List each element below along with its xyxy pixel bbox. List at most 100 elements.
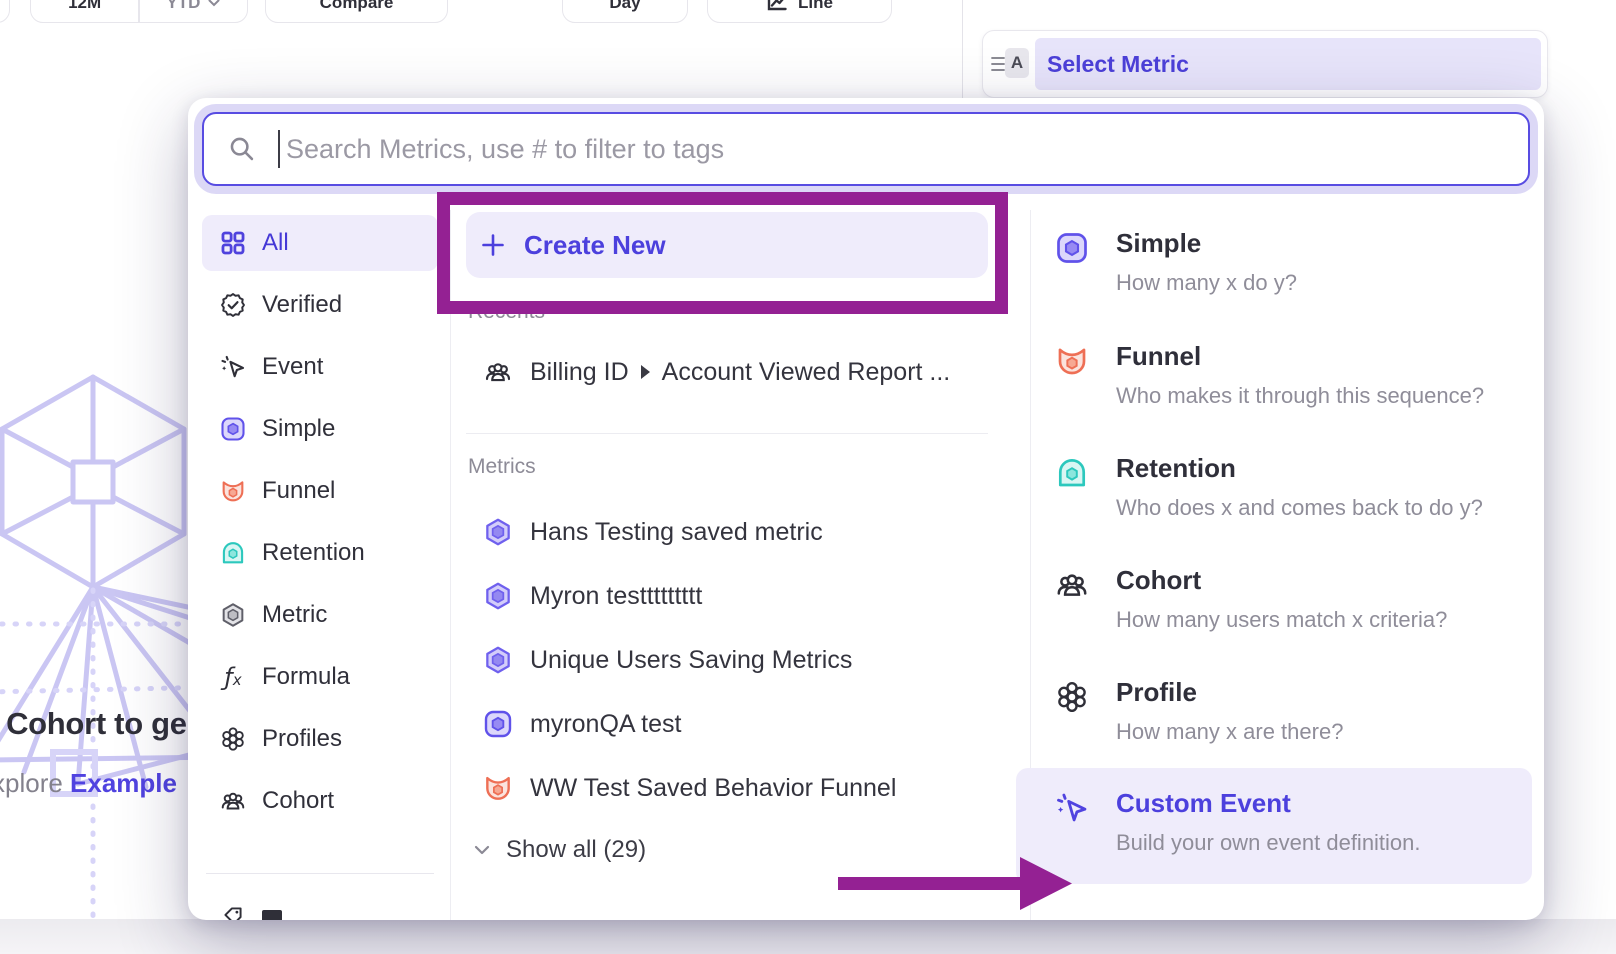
compare-button[interactable]: Compare (265, 0, 448, 23)
sidebar-item-metric[interactable]: Metric (202, 587, 438, 643)
recent-item-secondary: Account Viewed Report ... (662, 358, 951, 387)
breadcrumb-caret-icon (641, 365, 650, 379)
sidebar-item-profiles[interactable]: Profiles (202, 711, 438, 767)
simple-icon (482, 708, 514, 740)
type-item-cohort[interactable]: Cohort How many users match x criteria? (1040, 565, 1532, 645)
grid-icon (218, 228, 248, 258)
sidebar-item-label: Event (262, 353, 323, 381)
compare-label: Compare (320, 0, 394, 13)
sidebar-item-event[interactable]: Event (202, 339, 438, 395)
type-description: How many users match x criteria? (1116, 607, 1447, 633)
type-description: Who makes it through this sequence? (1116, 383, 1484, 409)
date-range-ytd-label: YTD (166, 0, 200, 13)
toolbar-button-fragment[interactable] (0, 0, 10, 23)
sidebar-item-label: Funnel (262, 477, 335, 505)
sidebar-item-retention[interactable]: Retention (202, 525, 438, 581)
type-item-funnel[interactable]: Funnel Who makes it through this sequenc… (1040, 341, 1532, 421)
type-item-custom-event[interactable]: Custom Event Build your own event defini… (1040, 788, 1532, 868)
metric-icon (218, 600, 248, 630)
sidebar-item-simple[interactable]: Simple (202, 401, 438, 457)
sidebar-item-partial[interactable] (202, 888, 438, 920)
metrics-heading: Metrics (468, 455, 536, 479)
metric-item-label: myronQA test (530, 710, 681, 739)
create-new-button[interactable]: Create New (466, 212, 988, 278)
recents-heading: Recents (468, 300, 545, 324)
retention-icon (218, 538, 248, 568)
background-headline-fragment: r Cohort to ge (0, 706, 187, 742)
metric-picker-modal: All Verified Event (188, 98, 1544, 920)
metric-item-label: Hans Testing saved metric (530, 518, 823, 547)
search-input[interactable] (202, 112, 1530, 186)
metric-hexagon-purple-icon (482, 516, 514, 548)
sidebar-item-verified[interactable]: Verified (202, 277, 438, 333)
verified-icon (218, 290, 248, 320)
granularity-day-button[interactable]: Day (562, 0, 688, 23)
metric-list-item[interactable]: WW Test Saved Behavior Funnel (468, 762, 988, 814)
show-all-button[interactable]: Show all (29) (474, 828, 646, 872)
type-title: Cohort (1116, 565, 1201, 596)
page-footer-area (0, 919, 1616, 954)
cohort-icon (1054, 567, 1090, 603)
metric-hexagon-purple-icon (482, 644, 514, 676)
sidebar-item-label: Formula (262, 663, 350, 691)
sidebar-item-label: Retention (262, 539, 365, 567)
drag-handle-icon[interactable] (991, 56, 1005, 72)
type-description: How many x do y? (1116, 270, 1297, 296)
sidebar-divider (450, 210, 451, 920)
sidebar-item-funnel[interactable]: Funnel (202, 463, 438, 519)
chevron-down-icon (208, 0, 220, 7)
sidebar-item-all[interactable]: All (202, 215, 438, 271)
profiles-icon (1054, 679, 1090, 715)
select-metric-placeholder: Select Metric (1047, 51, 1189, 78)
sidebar-item-formula[interactable]: ƒx Formula (202, 649, 438, 705)
funnel-icon (218, 476, 248, 506)
plus-icon (480, 232, 506, 258)
formula-icon: ƒx (218, 662, 248, 692)
type-title: Retention (1116, 453, 1236, 484)
sidebar-item-cohort[interactable]: Cohort (202, 773, 438, 829)
background-explore-line: xplore Example (0, 768, 177, 799)
date-range-ytd-button[interactable]: YTD (140, 0, 247, 22)
metric-list-item[interactable]: Myron testtttttttt (468, 570, 988, 622)
date-range-12m-label: 12M (68, 0, 101, 13)
type-description: Build your own event definition. (1116, 830, 1421, 856)
sidebar-item-label: Cohort (262, 787, 334, 815)
explore-text-fragment: xplore (0, 768, 70, 798)
line-chart-icon (766, 0, 788, 14)
cohort-icon (218, 786, 248, 816)
granularity-day-label: Day (609, 0, 640, 13)
type-item-simple[interactable]: Simple How many x do y? (1040, 228, 1532, 308)
metric-list-item[interactable]: myronQA test (468, 698, 988, 750)
recent-item-billing-id[interactable]: Billing ID Account Viewed Report ... (468, 346, 988, 398)
type-item-retention[interactable]: Retention Who does x and comes back to d… (1040, 453, 1532, 533)
profiles-icon (218, 724, 248, 754)
create-new-label: Create New (524, 230, 666, 261)
funnel-icon (1054, 343, 1090, 379)
sidebar-section-divider (206, 873, 434, 874)
metric-item-label: Unique Users Saving Metrics (530, 646, 852, 675)
funnel-icon (482, 772, 514, 804)
chart-type-line-button[interactable]: Line (707, 0, 892, 23)
type-description: How many x are there? (1116, 719, 1343, 745)
type-title: Profile (1116, 677, 1197, 708)
type-title: Funnel (1116, 341, 1201, 372)
custom-event-icon (1054, 790, 1090, 826)
type-title: Custom Event (1116, 788, 1291, 819)
app-canvas: r Cohort to ge xplore Example 12M YTD Co… (0, 0, 1616, 954)
example-link[interactable]: Example (70, 768, 177, 798)
metric-list-item[interactable]: Unique Users Saving Metrics (468, 634, 988, 686)
chevron-down-icon (474, 845, 490, 855)
simple-icon (218, 414, 248, 444)
list-divider (466, 433, 988, 434)
metric-list-item[interactable]: Hans Testing saved metric (468, 506, 988, 558)
metric-item-label: Myron testtttttttt (530, 582, 702, 611)
search-field-wrap (202, 112, 1530, 186)
show-all-label: Show all (29) (506, 836, 646, 864)
sidebar-item-label: Simple (262, 415, 335, 443)
date-range-12m-button[interactable]: 12M (31, 0, 138, 22)
metric-row-letter-badge: A (1005, 48, 1029, 78)
select-metric-field[interactable]: Select Metric (1035, 38, 1541, 90)
type-item-profile[interactable]: Profile How many x are there? (1040, 677, 1532, 757)
sidebar-item-label: All (262, 229, 289, 257)
sidebar-item-label: Profiles (262, 725, 342, 753)
